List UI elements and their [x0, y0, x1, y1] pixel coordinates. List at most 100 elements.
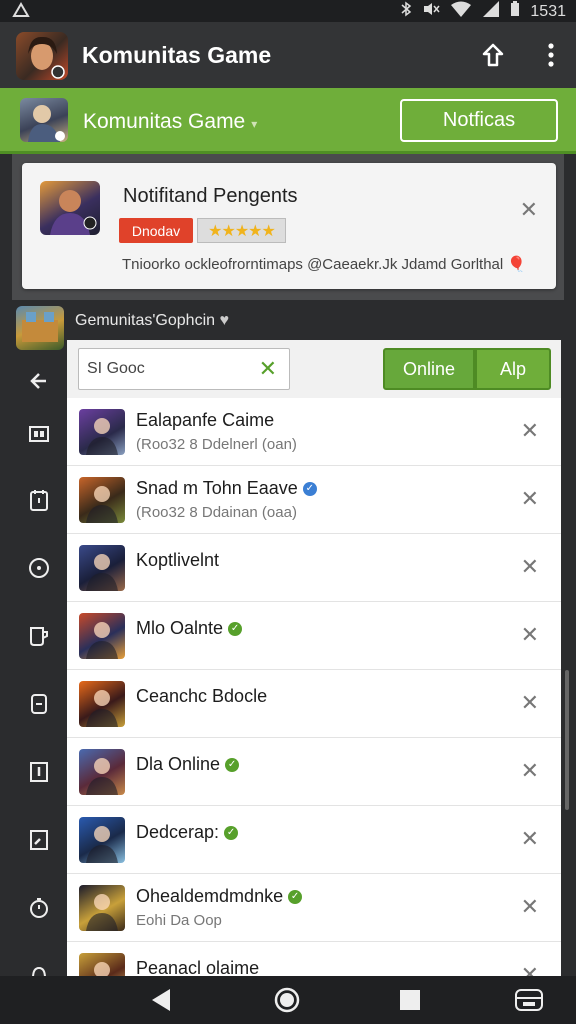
friend-status: (Roo32 8 Ddainan (oaa) — [136, 504, 297, 521]
community-bar: Komunitas Game ▾ Notficas — [0, 88, 576, 154]
friend-name: Dla Online ✓ — [136, 754, 240, 775]
friend-name-text: Peanacl olaime — [136, 958, 260, 976]
friend-name-text: Snad m Tohn Eaave — [136, 478, 298, 498]
friend-name-text: Ceanchc Bdocle — [136, 686, 268, 706]
friend-row[interactable]: Ealapanfe Caime (Roo32 8 Ddelnerl (oan) ✕ — [67, 398, 561, 466]
remove-friend-icon[interactable]: ✕ — [521, 894, 539, 920]
wifi-icon — [450, 1, 472, 22]
status-bar: 1531 — [0, 0, 576, 22]
app-bar: Komunitas Game — [0, 22, 576, 88]
friend-row[interactable]: Dedcerap: ✓ ✕ — [67, 806, 561, 874]
verified-badge-icon: ✓ — [228, 622, 243, 637]
share-icon[interactable] — [480, 42, 506, 68]
bluetooth-icon — [400, 1, 412, 22]
friends-panel: SI Gooc ✕ Online Alp Ealapanfe Caime (Roo… — [67, 340, 561, 976]
community-title[interactable]: Komunitas Game ▾ — [83, 110, 257, 134]
controller-icon[interactable] — [16, 422, 62, 448]
app-title: Komunitas Game — [82, 42, 272, 68]
friend-avatar — [79, 681, 125, 727]
notification-title: Notifitand Pengents — [123, 185, 298, 207]
friend-name: Dedcerap: ✓ — [136, 822, 239, 843]
remove-friend-icon[interactable]: ✕ — [521, 622, 539, 648]
target-icon[interactable] — [16, 556, 62, 582]
friend-name-text: Mlo Oalnte — [136, 618, 224, 638]
remove-friend-icon[interactable]: ✕ — [521, 758, 539, 784]
friend-name-text: Ealapanfe Caime — [136, 410, 275, 430]
community-group-icon — [16, 306, 64, 350]
user-avatar[interactable] — [16, 32, 68, 80]
back-icon[interactable] — [148, 986, 178, 1014]
friend-name: Ohealdemdmdnke ✓ — [136, 886, 303, 907]
friend-avatar — [79, 613, 125, 659]
friend-status: Eohi Da Oop — [136, 912, 222, 929]
scrollbar[interactable] — [565, 430, 570, 930]
filter-toolbar: SI Gooc ✕ Online Alp — [67, 340, 561, 399]
friend-name-text: Dla Online — [136, 754, 221, 774]
friend-row[interactable]: Dla Online ✓ ✕ — [67, 738, 561, 806]
signal-icon — [482, 1, 500, 22]
friend-row[interactable]: Snad m Tohn Eaave ✓ (Roo32 8 Ddainan (oaa)… — [67, 466, 561, 534]
info-icon[interactable] — [16, 760, 62, 786]
more-icon[interactable] — [546, 42, 556, 68]
verified-badge-icon: ✓ — [288, 890, 303, 905]
friend-name-text: Ohealdemdmdnke — [136, 886, 284, 906]
document-icon[interactable] — [16, 692, 62, 718]
friend-name-text: Koptlivelnt — [136, 550, 220, 570]
all-filter-button[interactable]: Alp — [475, 348, 551, 390]
system-nav-bar — [0, 976, 576, 1024]
friend-row[interactable]: Mlo Oalnte ✓ ✕ — [67, 602, 561, 670]
friend-avatar — [79, 817, 125, 863]
clear-search-icon[interactable]: ✕ — [259, 356, 277, 382]
battery-icon — [510, 1, 520, 22]
online-filter-button[interactable]: Online — [383, 348, 475, 390]
chart-icon[interactable] — [16, 828, 62, 854]
mute-icon — [422, 1, 440, 22]
verified-badge-icon: ✓ — [224, 826, 239, 841]
remove-friend-icon[interactable]: ✕ — [521, 690, 539, 716]
friend-avatar — [79, 885, 125, 931]
friend-row[interactable]: Ohealdemdmdnke ✓ Eohi Da Oop ✕ — [67, 874, 561, 942]
verified-badge-icon: ✓ — [302, 482, 317, 497]
notifications-button[interactable]: Notficas — [400, 99, 558, 142]
friend-avatar — [79, 545, 125, 591]
search-value: SI Gooc — [87, 360, 145, 377]
friend-status: (Roo32 8 Ddelnerl (oan) — [136, 436, 297, 453]
chevron-down-icon: ▾ — [251, 117, 258, 131]
community-icon — [20, 98, 68, 142]
close-icon[interactable]: ✕ — [520, 197, 538, 223]
search-input[interactable]: SI Gooc ✕ — [78, 348, 290, 390]
recents-icon[interactable] — [398, 986, 428, 1014]
friend-name-text: Dedcerap: — [136, 822, 220, 842]
heart-icon: ♥ — [219, 312, 229, 329]
friend-avatar — [79, 477, 125, 523]
friend-row[interactable]: Koptlivelnt ✕ — [67, 534, 561, 602]
friend-row[interactable]: Ceanchc Bdocle ✕ — [67, 670, 561, 738]
friend-avatar — [79, 409, 125, 455]
notification-badge: Dnodav — [119, 218, 193, 243]
verified-badge-icon: ✓ — [225, 758, 240, 773]
friend-name: Ceanchc Bdocle — [136, 686, 267, 707]
notification-card[interactable]: Notifitand Pengents Dnodav ★★★★★ Tnioork… — [22, 163, 556, 289]
notification-text: Tnioorko ockleofrorntimaps @Caeaekr.Jk J… — [122, 256, 527, 273]
friend-name: Snad m Tohn Eaave ✓ — [136, 478, 317, 499]
friend-name: Koptlivelnt — [136, 550, 219, 571]
remove-friend-icon[interactable]: ✕ — [521, 962, 539, 976]
scrollbar-thumb[interactable] — [565, 670, 569, 810]
remove-friend-icon[interactable]: ✕ — [521, 418, 539, 444]
rating-stars: ★★★★★ — [197, 218, 286, 243]
remove-friend-icon[interactable]: ✕ — [521, 554, 539, 580]
friend-name: Ealapanfe Caime — [136, 410, 274, 431]
community-label: Gemunitas'Gophcin ♥ — [75, 312, 229, 329]
calendar-icon[interactable] — [16, 488, 62, 514]
remove-friend-icon[interactable]: ✕ — [521, 826, 539, 852]
friend-avatar — [79, 953, 125, 976]
home-icon[interactable] — [273, 986, 303, 1014]
timer-icon[interactable] — [16, 896, 62, 922]
friend-row[interactable]: Peanacl olaime ✕ — [67, 942, 561, 976]
friend-avatar — [79, 749, 125, 795]
cup-icon[interactable] — [16, 624, 62, 650]
notification-thumbnail — [40, 181, 100, 235]
remove-friend-icon[interactable]: ✕ — [521, 486, 539, 512]
back-arrow-icon[interactable] — [16, 370, 62, 396]
gamepad-nav-icon[interactable] — [514, 986, 544, 1014]
